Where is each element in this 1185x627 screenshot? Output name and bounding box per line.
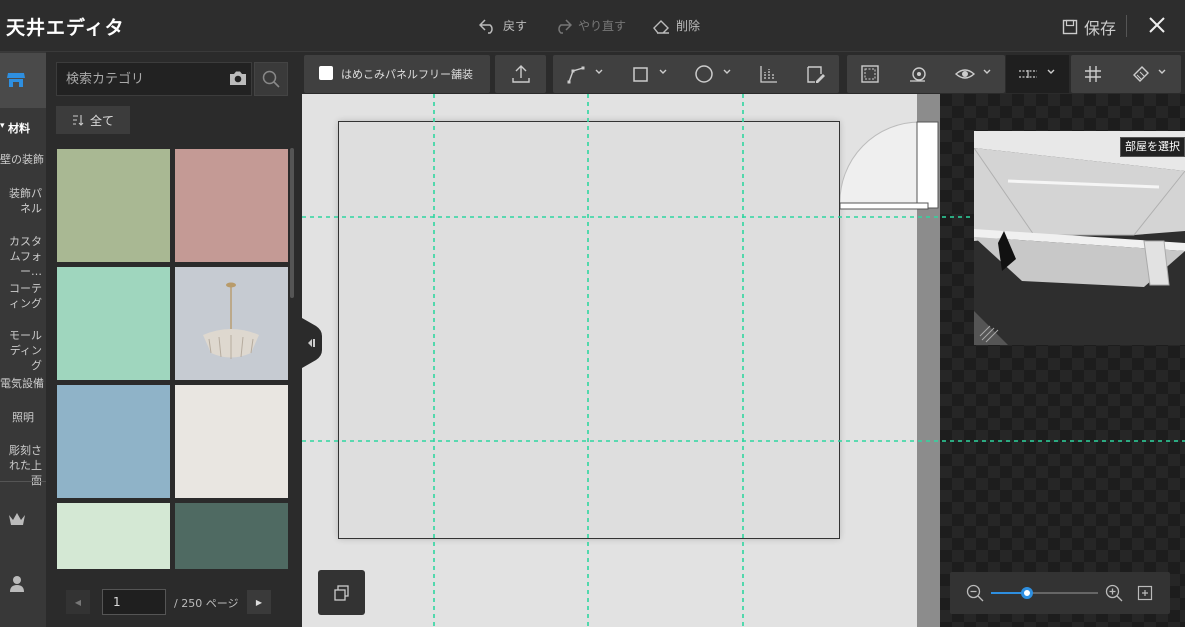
prev-page-button[interactable]: ◀ <box>66 590 90 614</box>
undo-icon <box>479 18 493 34</box>
swatch-dark-teal[interactable] <box>175 503 288 569</box>
triangle-left-icon: ◀ <box>74 597 82 607</box>
eye-icon[interactable] <box>954 63 976 85</box>
swatch-dusty-rose[interactable] <box>175 149 288 262</box>
save-button[interactable]: 保存 <box>1062 15 1116 39</box>
redo-icon <box>558 18 572 34</box>
rectangle-tool-icon[interactable] <box>630 63 652 85</box>
collapse-panel-button[interactable] <box>302 318 322 368</box>
dimension-icon <box>1019 70 1037 78</box>
select-room-tooltip[interactable]: 部屋を選択 <box>1120 137 1185 157</box>
zoom-slider-handle[interactable] <box>1021 587 1033 599</box>
store-icon <box>7 73 25 87</box>
filter-all-button[interactable]: 全て <box>56 106 130 134</box>
user-icon[interactable] <box>9 575 25 593</box>
rotate-view-icon[interactable] <box>907 63 929 85</box>
chevron-down-icon[interactable] <box>1157 67 1167 77</box>
search-icon <box>262 70 280 88</box>
fit-view-icon[interactable] <box>1137 585 1153 601</box>
chevron-down-icon[interactable] <box>722 67 732 77</box>
undo-label: 戻す <box>503 19 528 33</box>
rail-item-molding[interactable]: モールディング <box>0 328 46 373</box>
rail-divider <box>0 481 46 482</box>
rail-item-electrical[interactable]: 電気設備 <box>0 376 46 391</box>
eraser-icon <box>653 19 669 34</box>
room-3d-render <box>974 131 1185 345</box>
undo-button[interactable]: 戻す <box>479 17 527 34</box>
crown-icon[interactable] <box>8 511 26 527</box>
view-3d-button[interactable] <box>318 570 365 615</box>
header-divider <box>1126 15 1127 37</box>
chevron-down-icon[interactable] <box>594 67 604 77</box>
rail-item-wall-decor[interactable]: 壁の装飾 <box>0 152 46 167</box>
cube-stack-icon <box>333 584 349 601</box>
zoom-in-icon[interactable] <box>1105 584 1123 602</box>
circle-tool-icon[interactable] <box>693 63 715 85</box>
delete-button[interactable]: 削除 <box>652 17 700 34</box>
room-3d-preview[interactable] <box>974 131 1185 345</box>
swatch-sage-green[interactable] <box>57 149 170 262</box>
redo-label: やり直す <box>578 19 627 33</box>
rail-item-materials[interactable] <box>0 53 46 108</box>
rail-item-decor-panel[interactable]: 装飾パネル <box>0 186 46 216</box>
page-total: / 250 ページ <box>174 597 239 610</box>
triangle-right-icon: ▶ <box>255 597 263 607</box>
filter-all-label: 全て <box>89 113 114 128</box>
swatch-blue-linen[interactable] <box>57 385 170 498</box>
zoom-out-icon[interactable] <box>966 584 984 602</box>
swatch-mint-texture[interactable] <box>57 267 170 380</box>
swatch-chandelier[interactable] <box>175 267 288 380</box>
paint-brush-icon[interactable] <box>1130 63 1152 85</box>
align-tool-icon[interactable] <box>758 63 780 85</box>
close-icon[interactable] <box>1146 14 1168 36</box>
app-title: 天井エディタ <box>6 17 125 39</box>
rail-item-lighting[interactable]: 照明 <box>0 410 46 425</box>
edit-shape-icon[interactable] <box>805 63 827 85</box>
rail-category-label: 材料 <box>8 122 30 135</box>
save-label: 保存 <box>1084 19 1117 38</box>
rail-item-custom-form[interactable]: カスタムフォー… <box>0 234 46 279</box>
delete-label: 削除 <box>676 19 701 33</box>
select-frame-icon[interactable] <box>859 63 881 85</box>
chevron-down-icon[interactable] <box>1046 67 1056 77</box>
sort-icon <box>72 115 84 126</box>
expand-caret-icon: ▾ <box>0 121 5 131</box>
swatch-pale-green[interactable] <box>57 503 170 569</box>
camera-icon[interactable] <box>229 70 247 86</box>
save-icon <box>1062 19 1078 35</box>
upload-icon[interactable] <box>510 63 532 85</box>
search-input[interactable] <box>66 70 216 88</box>
grid-icon[interactable] <box>1082 63 1104 85</box>
polyline-tool-icon[interactable] <box>566 63 588 85</box>
chevron-down-icon[interactable] <box>982 67 992 77</box>
page-number-input[interactable] <box>102 589 166 615</box>
search-button[interactable] <box>254 62 288 96</box>
fill-checkbox[interactable] <box>319 66 333 80</box>
catalog-scrollbar[interactable] <box>290 148 294 298</box>
rail-item-coating[interactable]: コーティング <box>0 281 46 311</box>
next-page-button[interactable]: ▶ <box>247 590 271 614</box>
swatch-off-white[interactable] <box>175 385 288 498</box>
chandelier-image <box>203 282 259 359</box>
redo-button[interactable]: やり直す <box>554 17 626 34</box>
fill-checkbox-label: はめこみパネルフリー舗装 <box>341 68 473 81</box>
chevron-down-icon[interactable] <box>658 67 668 77</box>
